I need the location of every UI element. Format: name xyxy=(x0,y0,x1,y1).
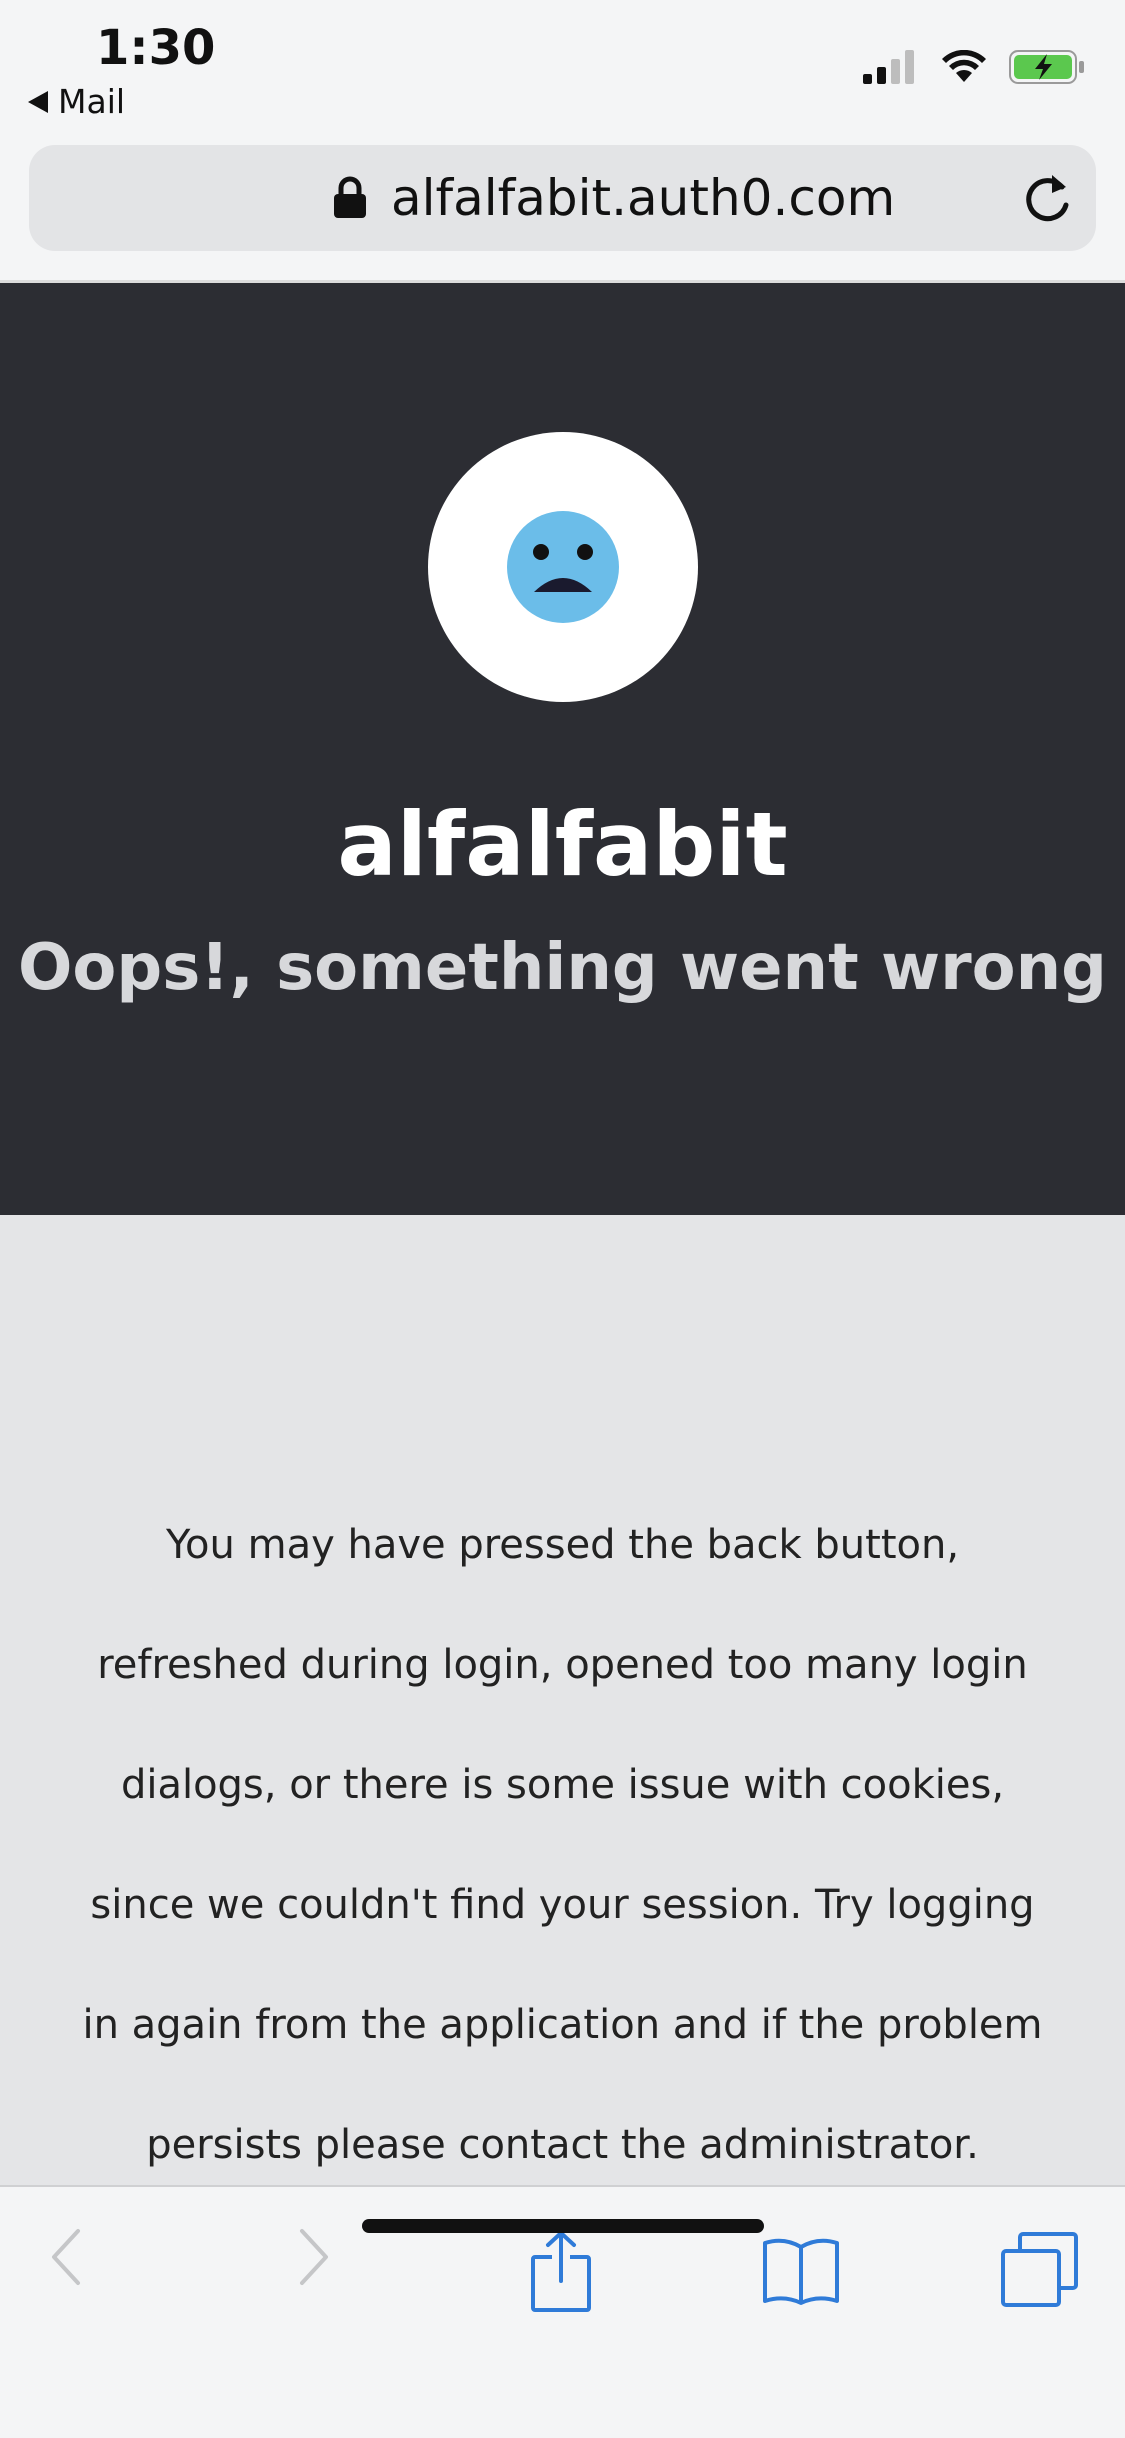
home-indicator[interactable] xyxy=(362,2219,764,2233)
reload-icon[interactable] xyxy=(1022,169,1074,225)
tenant-name: alfalfabit xyxy=(337,793,788,896)
logo-avatar xyxy=(428,432,698,702)
wifi-icon xyxy=(942,50,986,82)
bookmarks-icon[interactable] xyxy=(762,2237,840,2307)
error-message: You may have pressed the back button, re… xyxy=(82,1522,1043,2168)
signal-icon xyxy=(863,50,914,84)
tabs-icon[interactable] xyxy=(1000,2231,1080,2309)
back-to-mail-link[interactable]: Mail xyxy=(28,82,125,121)
status-icons xyxy=(863,50,1085,84)
lock-icon xyxy=(334,176,366,218)
back-triangle-icon xyxy=(28,90,48,113)
status-bar: 1:30 Mail xyxy=(0,0,1125,130)
error-content: You may have pressed the back button, re… xyxy=(0,1215,1125,2185)
error-header: alfalfabit Oops!, something went wrong xyxy=(0,283,1125,1215)
forward-arrow-icon[interactable] xyxy=(296,2227,332,2287)
address-bar[interactable]: alfalfabit.auth0.com xyxy=(29,145,1096,251)
sad-face-icon xyxy=(507,511,619,623)
share-icon[interactable] xyxy=(530,2229,592,2313)
status-time: 1:30 xyxy=(96,20,216,76)
back-to-mail-label: Mail xyxy=(58,82,126,121)
back-arrow-icon[interactable] xyxy=(48,2227,84,2287)
error-title: Oops!, something went wrong xyxy=(18,931,1107,1005)
url-text: alfalfabit.auth0.com xyxy=(391,169,896,227)
battery-charging-icon xyxy=(1009,50,1084,84)
